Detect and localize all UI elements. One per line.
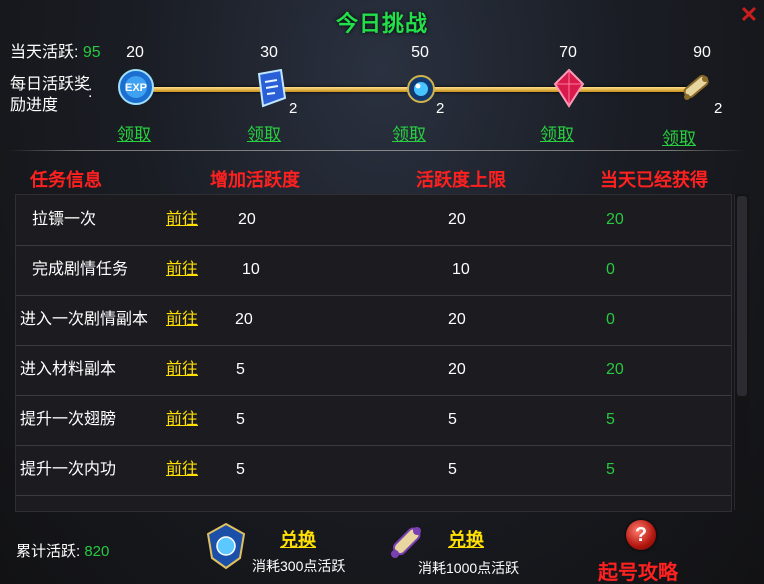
column-header-add: 增加活跃度 [210, 170, 300, 190]
task-obtained: 0 [606, 261, 615, 278]
table-row: 进入一次剧情副本 前往 20 20 0 [16, 295, 731, 346]
badge-reward-icon [204, 522, 248, 575]
task-name: 完成剧情任务 [32, 261, 129, 278]
blue-gem-icon [406, 74, 436, 109]
milestone-count: 2 [436, 100, 445, 117]
go-button[interactable]: 前往 [166, 445, 198, 495]
guide-button[interactable]: 起号攻略 [598, 556, 678, 584]
task-name: 提升一次翅膀 [20, 411, 117, 428]
table-scrollbar[interactable] [734, 194, 749, 510]
task-add: 10 [242, 261, 260, 278]
today-activity-label: 当天活跃: [10, 44, 79, 61]
task-limit: 10 [452, 261, 470, 278]
scroll-roll-icon [678, 70, 714, 111]
exchange-cost-300: 消耗300点活跃 [252, 558, 346, 574]
task-add: 20 [235, 311, 253, 328]
go-button[interactable]: 前往 [166, 295, 198, 345]
column-header-obtained: 当天已经获得 [600, 170, 708, 190]
svg-text:EXP: EXP [125, 82, 147, 94]
task-add: 5 [236, 361, 245, 378]
task-table: 拉镖一次 前往 20 20 20 完成剧情任务 前往 10 10 0 进入一次剧… [15, 194, 732, 512]
milestone-points: 30 [260, 44, 278, 61]
task-name: 进入一次剧情副本 [20, 311, 149, 328]
today-activity: 当天活跃: 95 [10, 38, 101, 62]
task-name: 提升一次内功 [20, 461, 117, 478]
task-obtained: 5 [606, 461, 615, 478]
milestone-90: 90 2 领取 [662, 44, 742, 148]
task-obtained: 20 [606, 361, 624, 378]
task-add: 5 [236, 461, 245, 478]
red-crystal-icon [552, 68, 586, 113]
table-row: 完成剧情任务 前往 10 10 0 [16, 245, 731, 296]
reward-progress-label: 每日活跃奖励进度 [10, 76, 91, 114]
task-name: 拉镖一次 [32, 211, 97, 228]
help-icon[interactable]: ? [626, 520, 656, 550]
milestone-count: 2 [714, 100, 723, 117]
milestone-50: 50 2 领取 [380, 44, 460, 144]
milestone-30: 30 2 领取 [229, 44, 309, 144]
go-button[interactable]: 前往 [166, 245, 198, 295]
milestone-points: 90 [693, 44, 711, 61]
exchange-cost-1000: 消耗1000点活跃 [418, 560, 520, 576]
task-limit: 5 [448, 411, 457, 428]
claim-button-70[interactable]: 领取 [540, 120, 574, 145]
reward-progress-colon: : [88, 84, 93, 101]
table-row: 提升一次内功 前往 5 5 5 [16, 445, 731, 496]
daily-challenge-panel: 今日挑战 ✕ 当天活跃: 95 每日活跃奖励进度 : 20 EXP 领取 30 … [0, 0, 764, 584]
exchange-button-1000[interactable]: 兑换 [448, 526, 484, 552]
close-button[interactable]: ✕ [738, 4, 760, 26]
total-activity-value: 820 [84, 543, 110, 560]
task-add: 20 [238, 211, 256, 228]
total-activity-label: 累计活跃: [16, 543, 81, 560]
milestone-points: 70 [559, 44, 577, 61]
claim-button-20[interactable]: 领取 [117, 120, 151, 145]
claim-button-90[interactable]: 领取 [662, 124, 696, 149]
table-row: 提升一次翅膀 前往 5 5 5 [16, 395, 731, 446]
blue-scroll-icon [251, 68, 289, 113]
task-limit: 20 [448, 211, 466, 228]
table-row: 进入材料副本 前往 5 20 20 [16, 345, 731, 396]
milestone-20: 20 EXP 领取 [95, 44, 175, 144]
go-button[interactable]: 前往 [166, 395, 198, 445]
task-limit: 5 [448, 461, 457, 478]
milestone-points: 50 [411, 44, 429, 61]
task-limit: 20 [448, 361, 466, 378]
task-obtained: 20 [606, 211, 624, 228]
divider [8, 150, 744, 151]
task-obtained: 5 [606, 411, 615, 428]
go-button[interactable]: 前往 [166, 195, 198, 245]
scrollbar-thumb[interactable] [737, 196, 747, 396]
table-row: 拉镖一次 前往 20 20 20 [16, 195, 731, 246]
task-limit: 20 [448, 311, 466, 328]
column-header-task: 任务信息 [30, 170, 102, 190]
task-add: 5 [236, 411, 245, 428]
milestone-points: 20 [126, 44, 144, 61]
window-title: 今日挑战 [335, 11, 428, 36]
task-obtained: 0 [606, 311, 615, 328]
claim-button-30[interactable]: 领取 [247, 120, 281, 145]
milestone-70: 70 领取 [528, 44, 608, 144]
go-button[interactable]: 前往 [166, 345, 198, 395]
total-activity: 累计活跃: 820 [16, 540, 109, 561]
exp-orb-icon: EXP [117, 68, 155, 111]
exchange-button-300[interactable]: 兑换 [280, 526, 316, 552]
claim-button-50[interactable]: 领取 [392, 120, 426, 145]
column-header-limit: 活跃度上限 [416, 170, 506, 190]
milestone-count: 2 [289, 100, 298, 117]
task-name: 进入材料副本 [20, 361, 117, 378]
